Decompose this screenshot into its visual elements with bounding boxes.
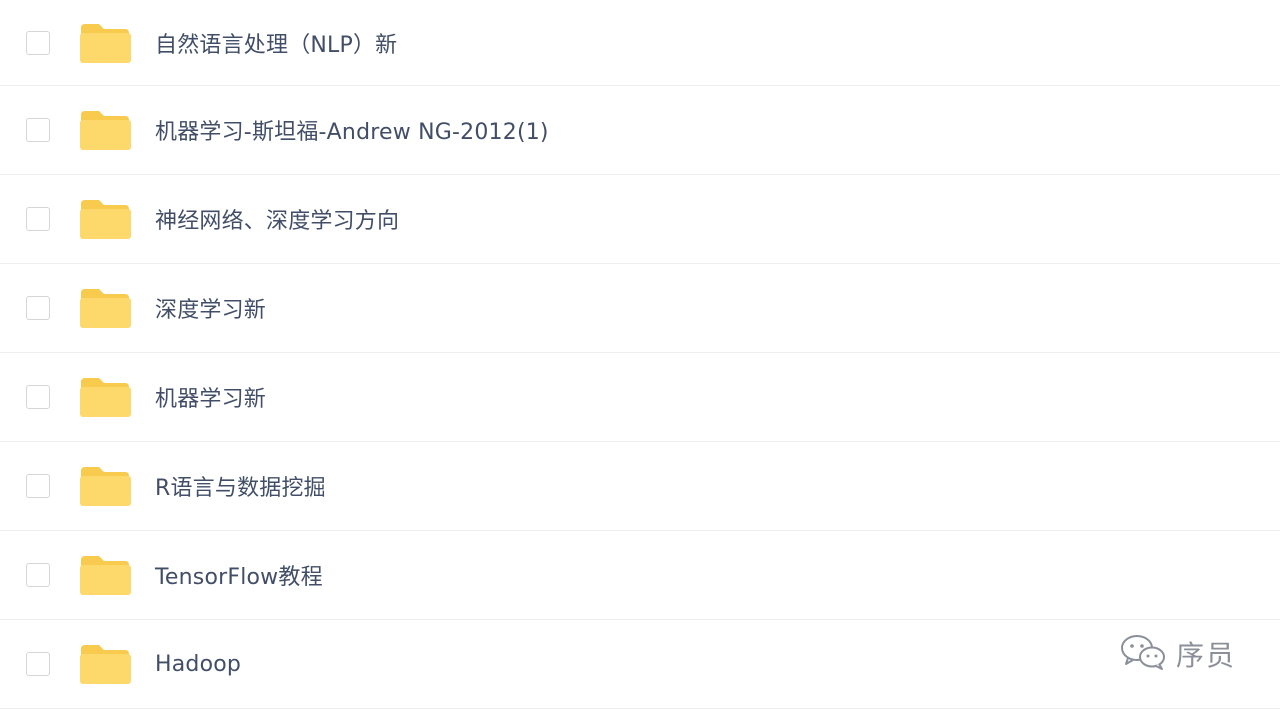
list-item[interactable]: 机器学习新 [0,353,1280,442]
list-item[interactable]: 神经网络、深度学习方向 [0,175,1280,264]
folder-name[interactable]: TensorFlow教程 [155,559,323,591]
folder-icon [79,287,131,329]
folder-icon [79,643,131,685]
folder-name[interactable]: 神经网络、深度学习方向 [155,203,399,235]
select-checkbox[interactable] [26,652,50,676]
folder-icon [79,465,131,507]
folder-icon [79,376,131,418]
folder-name[interactable]: 深度学习新 [155,292,266,324]
select-checkbox[interactable] [26,563,50,587]
folder-icon [79,22,131,64]
folder-name[interactable]: 机器学习新 [155,381,266,413]
select-checkbox[interactable] [26,30,50,55]
select-checkbox[interactable] [26,474,50,498]
select-checkbox[interactable] [26,207,50,231]
file-list: 自然语言处理（NLP）新 机器学习-斯坦福-Andrew NG-2012(1) … [0,0,1280,714]
folder-name[interactable]: R语言与数据挖掘 [155,470,326,502]
folder-name[interactable]: Hadoop [155,652,241,677]
list-item[interactable]: Hadoop [0,620,1280,709]
list-item[interactable]: TensorFlow教程 [0,531,1280,620]
select-checkbox[interactable] [26,296,50,320]
list-item[interactable]: 机器学习-斯坦福-Andrew NG-2012(1) [0,86,1280,175]
folder-icon [79,109,131,151]
list-item[interactable]: 深度学习新 [0,264,1280,353]
select-checkbox[interactable] [26,385,50,409]
list-item[interactable]: 自然语言处理（NLP）新 [0,0,1280,86]
wechat-icon [1118,632,1168,676]
watermark-text: 序员 [1175,639,1236,672]
select-checkbox[interactable] [26,118,50,142]
folder-icon [79,554,131,596]
folder-name[interactable]: 机器学习-斯坦福-Andrew NG-2012(1) [155,114,549,146]
folder-icon [79,198,131,240]
list-item[interactable]: R语言与数据挖掘 [0,442,1280,531]
folder-name[interactable]: 自然语言处理（NLP）新 [155,27,397,59]
watermark: 序员 [1118,632,1236,676]
